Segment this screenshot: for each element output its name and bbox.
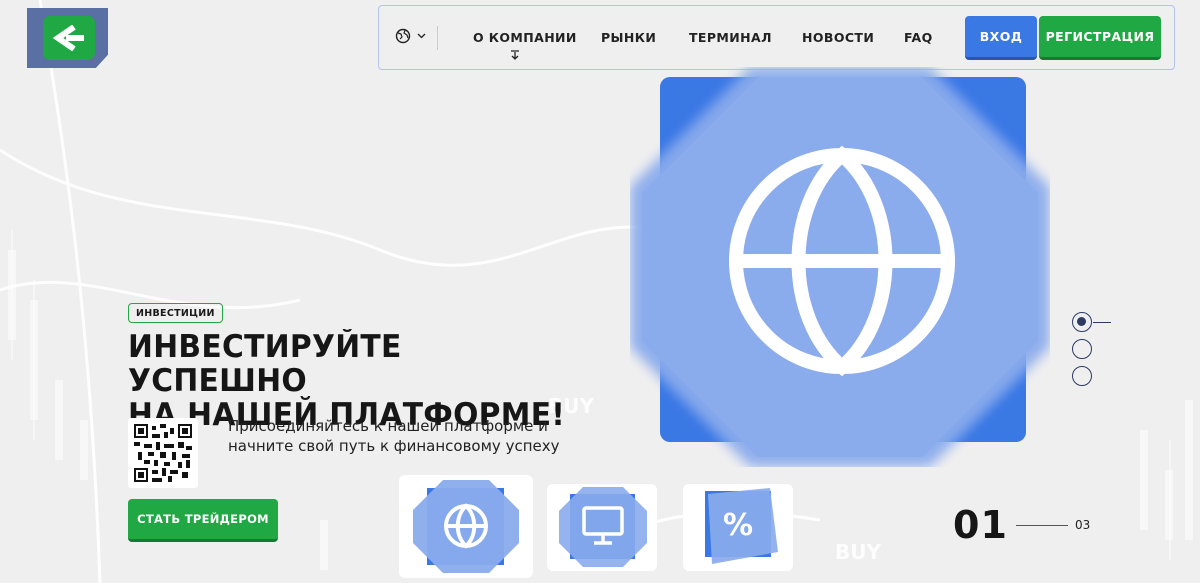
language-selector[interactable] xyxy=(395,28,426,44)
globe-icon xyxy=(729,145,955,377)
slide-thumb-2[interactable] xyxy=(547,484,657,571)
top-navbar: О КОМПАНИИ РЫНКИ ТЕРМИНАЛ НОВОСТИ FAQ ВХ… xyxy=(378,5,1175,70)
globe-icon xyxy=(395,28,411,44)
buy-watermark: BUY xyxy=(835,540,881,564)
globe-icon xyxy=(444,503,488,549)
hero-card xyxy=(630,67,1050,467)
nav-item-about[interactable]: О КОМПАНИИ xyxy=(473,30,577,45)
login-button[interactable]: ВХОД xyxy=(965,16,1037,60)
slider-dot[interactable] xyxy=(1072,366,1092,386)
subtitle-line: Присоединяйтесь к нашей платформе и xyxy=(228,417,548,435)
subtitle-line: начните свой путь к финансовому успеху xyxy=(228,437,560,455)
slide-counter-current: 01 xyxy=(953,503,1008,547)
become-trader-button[interactable]: СТАТЬ ТРЕЙДЕРОМ xyxy=(128,499,278,542)
counter-divider xyxy=(1016,525,1068,526)
slide-counter-total: 03 xyxy=(1075,518,1091,532)
hero-subtitle: Присоединяйтесь к нашей платформе и начн… xyxy=(228,416,568,456)
submenu-arrow-icon xyxy=(510,50,520,63)
nav-divider xyxy=(437,26,438,50)
slide-thumb-3[interactable]: % xyxy=(683,484,793,571)
slide-thumb-1[interactable] xyxy=(399,475,533,578)
chevron-down-icon xyxy=(417,33,426,39)
slider-dot[interactable] xyxy=(1072,339,1092,359)
site-logo[interactable] xyxy=(27,8,108,68)
slider-dot-active[interactable] xyxy=(1072,312,1111,332)
category-tag: ИНВЕСТИЦИИ xyxy=(128,303,223,323)
monitor-icon xyxy=(582,506,624,545)
nav-item-faq[interactable]: FAQ xyxy=(904,30,933,45)
qr-code xyxy=(128,418,198,488)
nav-item-terminal[interactable]: ТЕРМИНАЛ xyxy=(689,30,772,45)
nav-item-markets[interactable]: РЫНКИ xyxy=(601,30,656,45)
nav-item-news[interactable]: НОВОСТИ xyxy=(802,30,874,45)
headline-line: ИНВЕСТИРУЙТЕ УСПЕШНО xyxy=(128,329,402,399)
percent-icon: % xyxy=(723,508,754,543)
register-button[interactable]: РЕГИСТРАЦИЯ xyxy=(1039,16,1161,60)
logo-arrow-icon xyxy=(43,16,95,60)
